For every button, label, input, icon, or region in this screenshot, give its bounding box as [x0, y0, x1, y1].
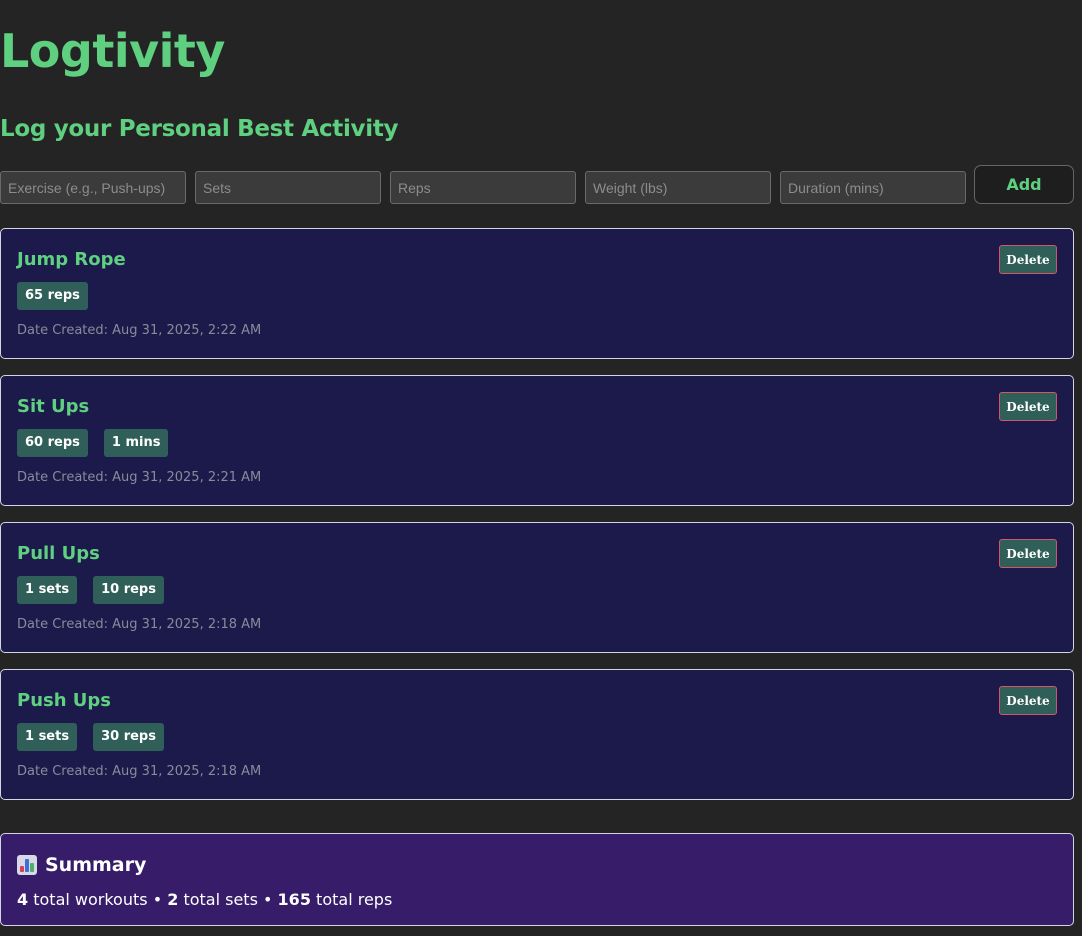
total-reps-value: 165 — [277, 890, 311, 909]
date-created: Date Created: Aug 31, 2025, 2:22 AM — [17, 323, 262, 338]
stat-badge: 1 mins — [103, 429, 169, 457]
date-created: Date Created: Aug 31, 2025, 2:18 AM — [17, 617, 262, 632]
stats-separator: • — [263, 890, 273, 909]
delete-button[interactable]: Delete — [999, 245, 1057, 274]
stat-badge: 1 sets — [17, 723, 78, 751]
section-title: Log your Personal Best Activity — [0, 116, 399, 142]
weight-input[interactable] — [585, 171, 771, 204]
bar-chart-icon-bar — [25, 859, 29, 872]
bar-chart-icon-bar — [20, 866, 24, 872]
exercise-input[interactable] — [0, 171, 186, 204]
summary-stats: 4 total workouts • 2 total sets • 165 to… — [17, 890, 392, 909]
reps-input[interactable] — [390, 171, 576, 204]
sets-input[interactable] — [195, 171, 381, 204]
workout-name: Jump Rope — [17, 249, 126, 270]
add-button[interactable]: Add — [974, 165, 1074, 204]
summary-card: Summary 4 total workouts • 2 total sets … — [0, 833, 1074, 926]
date-created: Date Created: Aug 31, 2025, 2:21 AM — [17, 470, 262, 485]
stat-badge: 1 sets — [17, 576, 78, 604]
workout-badges: 1 sets 30 reps — [17, 723, 164, 751]
duration-input[interactable] — [780, 171, 966, 204]
workout-card: Jump Rope 65 reps Date Created: Aug 31, … — [0, 228, 1074, 359]
workout-name: Pull Ups — [17, 543, 100, 564]
delete-button[interactable]: Delete — [999, 539, 1057, 568]
stat-badge: 60 reps — [17, 429, 88, 457]
summary-title: Summary — [45, 854, 147, 876]
workout-card: Sit Ups 60 reps 1 mins Date Created: Aug… — [0, 375, 1074, 506]
workout-name: Sit Ups — [17, 396, 90, 417]
delete-button[interactable]: Delete — [999, 392, 1057, 421]
workout-name: Push Ups — [17, 690, 112, 711]
workout-card: Pull Ups 1 sets 10 reps Date Created: Au… — [0, 522, 1074, 653]
total-sets-label: total sets — [183, 890, 258, 909]
stats-separator: • — [152, 890, 163, 909]
workout-badges: 1 sets 10 reps — [17, 576, 164, 604]
workout-list: Jump Rope 65 reps Date Created: Aug 31, … — [0, 228, 1074, 816]
delete-button[interactable]: Delete — [999, 686, 1057, 715]
workout-card: Push Ups 1 sets 30 reps Date Created: Au… — [0, 669, 1074, 800]
stat-badge: 30 reps — [93, 723, 164, 751]
summary-header: Summary — [17, 854, 146, 876]
bar-chart-icon-bar — [30, 863, 34, 872]
add-workout-form: Add — [0, 165, 1074, 205]
total-workouts-label: total workouts — [33, 890, 148, 909]
stat-badge: 10 reps — [93, 576, 164, 604]
total-sets-value: 2 — [167, 890, 179, 909]
workout-badges: 60 reps 1 mins — [17, 429, 169, 457]
workout-badges: 65 reps — [17, 282, 88, 310]
stat-badge: 65 reps — [17, 282, 88, 310]
bar-chart-icon — [17, 855, 37, 875]
date-created: Date Created: Aug 31, 2025, 2:18 AM — [17, 764, 262, 779]
app-title: Logtivity — [0, 24, 225, 78]
total-reps-label: total reps — [316, 890, 393, 909]
total-workouts-value: 4 — [17, 890, 29, 909]
